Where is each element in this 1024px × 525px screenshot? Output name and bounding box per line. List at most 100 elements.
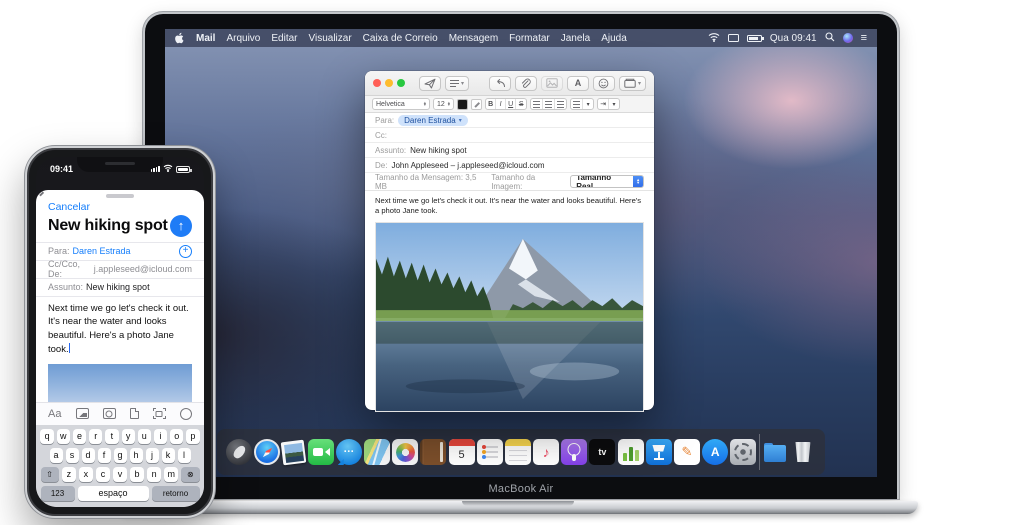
format-button[interactable]: A [567,76,589,91]
minimize-window-button[interactable] [385,79,393,87]
reply-arrow-button[interactable] [489,76,511,91]
dock-icon-launchpad[interactable] [226,439,252,465]
text-color-swatch[interactable] [457,99,468,110]
font-family-select[interactable]: Helvetica ▴▾ [372,98,430,110]
menu-item-ajuda[interactable]: Ajuda [601,33,627,44]
from-field[interactable]: De: John Appleseed – j.appleseed@icloud.… [365,158,654,173]
dock-icon-safari[interactable] [254,439,280,465]
insert-photo-icon[interactable] [76,408,89,419]
font-size-select[interactable]: 12 ▴▾ [433,98,454,110]
key-g[interactable]: g [114,448,127,463]
scan-document-icon[interactable] [153,408,166,419]
header-fields-button[interactable]: ▾ [445,76,469,91]
bold-button[interactable]: B [486,99,496,109]
indent-dropdown[interactable]: ⇥ ▾ [597,98,620,110]
key-v[interactable]: v [113,467,127,482]
format-text-button[interactable]: Aa [48,408,61,420]
key-z[interactable]: z [62,467,76,482]
return-key[interactable]: retorno [152,486,200,501]
key-r[interactable]: r [89,429,102,444]
subject-field[interactable]: Assunto: New hiking spot [36,279,204,297]
attached-photo-top[interactable] [48,364,192,402]
to-field[interactable]: Para: Daren Estrada + [36,243,204,261]
menu-item-visualizar[interactable]: Visualizar [308,33,351,44]
key-w[interactable]: w [57,429,70,444]
underline-button[interactable]: U [506,99,516,109]
dock-icon-notes[interactable] [505,439,531,465]
backspace-key[interactable]: ⊗ [181,467,199,482]
battery-icon[interactable] [747,35,762,42]
wifi-icon[interactable] [708,32,720,45]
key-n[interactable]: n [147,467,161,482]
menu-item-arquivo[interactable]: Arquivo [226,33,260,44]
spotlight-icon[interactable] [825,32,835,45]
dock-icon-downloads[interactable] [762,439,788,465]
strikethrough-button[interactable]: S [516,99,526,109]
display-icon[interactable] [728,34,739,42]
menu-item-editar[interactable]: Editar [271,33,297,44]
send-button[interactable] [419,76,441,91]
dock-icon-messages[interactable] [336,439,362,465]
dock-icon-preview[interactable] [281,439,307,465]
siri-icon[interactable] [843,33,853,43]
to-value[interactable]: Daren Estrada [73,246,131,256]
align-right-button[interactable] [555,99,566,109]
menu-item-caixa-de-correio[interactable]: Caixa de Correio [363,33,438,44]
dock-icon-numbers[interactable] [618,439,644,465]
key-d[interactable]: d [82,448,95,463]
send-button[interactable] [170,215,192,237]
menu-item-mensagem[interactable]: Mensagem [449,33,498,44]
dock-icon-music[interactable] [533,439,559,465]
italic-button[interactable]: I [496,99,506,109]
dock-icon-facetime[interactable] [308,439,334,465]
message-body[interactable]: Next time we go let's check it out. It's… [36,297,204,359]
key-c[interactable]: c [96,467,110,482]
dock-icon-calendar[interactable]: 5 [449,439,475,465]
cancel-button[interactable]: Cancelar [36,199,204,214]
dock-icon-app-store[interactable]: A [702,439,728,465]
apple-menu-icon[interactable] [175,32,185,44]
menu-clock[interactable]: Qua 09:41 [770,33,817,44]
dock-icon-reminders[interactable] [477,439,503,465]
key-p[interactable]: p [186,429,199,444]
dock-icon-keynote[interactable] [646,439,672,465]
menu-item-mail[interactable]: Mail [196,33,215,44]
key-h[interactable]: h [130,448,143,463]
align-center-button[interactable] [543,99,555,109]
dock-icon-trash[interactable] [790,439,816,465]
recipient-token[interactable]: Daren Estrada [398,115,468,126]
key-m[interactable]: m [164,467,178,482]
to-field[interactable]: Para: Daren Estrada [365,113,654,128]
key-l[interactable]: l [178,448,191,463]
key-o[interactable]: o [170,429,183,444]
key-s[interactable]: s [66,448,79,463]
key-t[interactable]: t [105,429,118,444]
notification-center-icon[interactable] [861,32,867,44]
close-window-button[interactable] [373,79,381,87]
cc-field[interactable]: Cc: [365,128,654,143]
align-left-button[interactable] [531,99,543,109]
key-f[interactable]: f [98,448,111,463]
subject-field[interactable]: Assunto: New hiking spot [365,143,654,158]
zoom-window-button[interactable] [397,79,405,87]
highlight-pen-icon[interactable] [471,99,482,110]
key-b[interactable]: b [130,467,144,482]
numbers-key[interactable]: 123 [41,486,75,501]
menu-item-formatar[interactable]: Formatar [509,33,550,44]
key-u[interactable]: u [138,429,151,444]
mail-window-titlebar[interactable]: ▾ A [365,71,654,96]
attach-button[interactable] [515,76,537,91]
key-i[interactable]: i [154,429,167,444]
cc-from-field[interactable]: Cc/Cco, De: j.appleseed@icloud.com [36,261,204,279]
image-size-dropdown[interactable]: Tamanho Real ▴▾ [570,175,644,188]
key-a[interactable]: a [50,448,63,463]
key-x[interactable]: x [79,467,93,482]
key-j[interactable]: j [146,448,159,463]
sheet-grabber[interactable] [106,194,134,198]
key-k[interactable]: k [162,448,175,463]
dock-icon-tv[interactable]: tv [589,439,615,465]
dock-icon-podcasts[interactable] [561,439,587,465]
key-y[interactable]: y [122,429,135,444]
attach-document-icon[interactable] [130,408,139,419]
camera-icon[interactable] [103,408,116,419]
